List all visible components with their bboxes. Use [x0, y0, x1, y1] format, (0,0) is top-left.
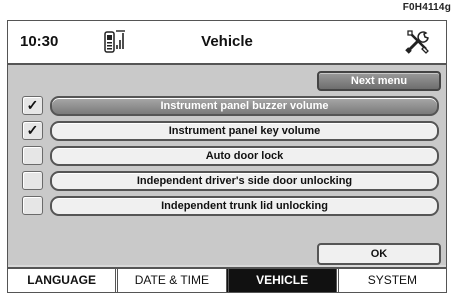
status-bar: 10:30 Vehicle: [8, 21, 446, 65]
option-checkbox[interactable]: [22, 196, 43, 215]
tab-date-time[interactable]: DATE & TIME: [115, 269, 225, 292]
next-menu-button[interactable]: Next menu: [317, 71, 441, 91]
option-checkbox[interactable]: [22, 146, 43, 165]
tab-system[interactable]: SYSTEM: [335, 269, 446, 292]
screen-title: Vehicle: [201, 33, 253, 50]
tab-language[interactable]: LANGUAGE: [8, 269, 115, 292]
option-checkbox[interactable]: ✓: [22, 121, 43, 140]
tools-icon[interactable]: [402, 27, 432, 57]
option-row: ✓ Instrument panel key volume: [8, 120, 446, 141]
option-button[interactable]: Independent driver's side door unlocking: [50, 171, 439, 191]
options-panel: Next menu ✓ Instrument panel buzzer volu…: [8, 65, 446, 265]
option-row: Auto door lock: [8, 145, 446, 166]
option-button[interactable]: Auto door lock: [50, 146, 439, 166]
bottom-tab-bar: LANGUAGE DATE & TIME VEHICLE SYSTEM: [8, 267, 446, 292]
option-row: Independent trunk lid unlocking: [8, 195, 446, 216]
vehicle-settings-screen: 10:30 Vehicle Next menu ✓ Instrument pan…: [7, 20, 447, 293]
option-checkbox[interactable]: [22, 171, 43, 190]
figure-code: F0H4114g: [402, 2, 451, 13]
option-checkbox[interactable]: ✓: [22, 96, 43, 115]
option-row: Independent driver's side door unlocking: [8, 170, 446, 191]
option-button[interactable]: Independent trunk lid unlocking: [50, 196, 439, 216]
option-row: ✓ Instrument panel buzzer volume: [8, 95, 446, 116]
option-button[interactable]: Instrument panel buzzer volume: [50, 96, 439, 116]
option-button[interactable]: Instrument panel key volume: [50, 121, 439, 141]
ok-button[interactable]: OK: [317, 243, 441, 265]
tab-vehicle[interactable]: VEHICLE: [225, 269, 336, 292]
